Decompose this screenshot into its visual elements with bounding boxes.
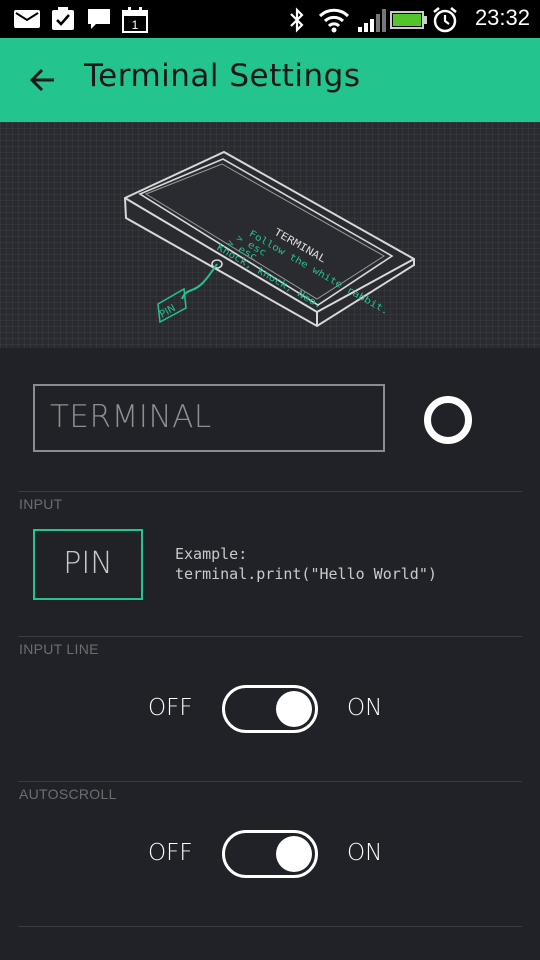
battery-icon <box>390 11 427 29</box>
chat-icon <box>88 9 110 29</box>
toggle-knob <box>276 691 312 727</box>
bluetooth-icon <box>290 7 304 33</box>
status-bar: 1 23:32 <box>0 0 540 38</box>
autoscroll-on-label: ON <box>347 840 383 866</box>
terminal-device-illustration: TERMINAL Follow the white rabbit. > esc … <box>123 150 415 328</box>
app-bar: Terminal Settings <box>0 38 540 122</box>
alarm-icon <box>433 7 457 33</box>
back-arrow-icon[interactable] <box>24 62 60 98</box>
example-label: Example: <box>175 545 248 563</box>
signal-icon <box>358 9 386 32</box>
wifi-icon <box>318 8 350 33</box>
calendar-day: 1 <box>132 18 139 32</box>
divider <box>18 926 522 927</box>
clipboard-check-icon <box>52 7 74 30</box>
calendar-icon: 1 <box>122 7 148 33</box>
pin-select-button[interactable]: PIN <box>33 529 143 600</box>
autoscroll-toggle[interactable] <box>222 830 318 878</box>
section-label-autoscroll: AUTOSCROLL <box>19 786 117 802</box>
widget-name-input[interactable]: TERMINAL <box>33 384 385 452</box>
divider <box>18 781 522 782</box>
example-code: terminal.print("Hello World") <box>175 565 437 583</box>
section-label-input-line: INPUT LINE <box>19 641 99 657</box>
divider <box>18 491 522 492</box>
illustration-pin-label: PIN <box>158 303 178 321</box>
terminal-illustration: TERMINAL Follow the white rabbit. > esc … <box>0 122 540 348</box>
input-line-on-label: ON <box>347 695 383 721</box>
divider <box>18 636 522 637</box>
toggle-knob <box>276 836 312 872</box>
status-clock: 23:32 <box>474 5 530 30</box>
autoscroll-off-label: OFF <box>148 840 193 866</box>
page-title: Terminal Settings <box>84 58 361 94</box>
section-label-input: INPUT <box>19 496 63 512</box>
mail-icon <box>14 10 40 28</box>
widget-name-value: TERMINAL <box>50 399 212 435</box>
input-line-off-label: OFF <box>148 695 193 721</box>
input-line-toggle[interactable] <box>222 685 318 733</box>
widget-color-picker[interactable] <box>424 396 472 444</box>
